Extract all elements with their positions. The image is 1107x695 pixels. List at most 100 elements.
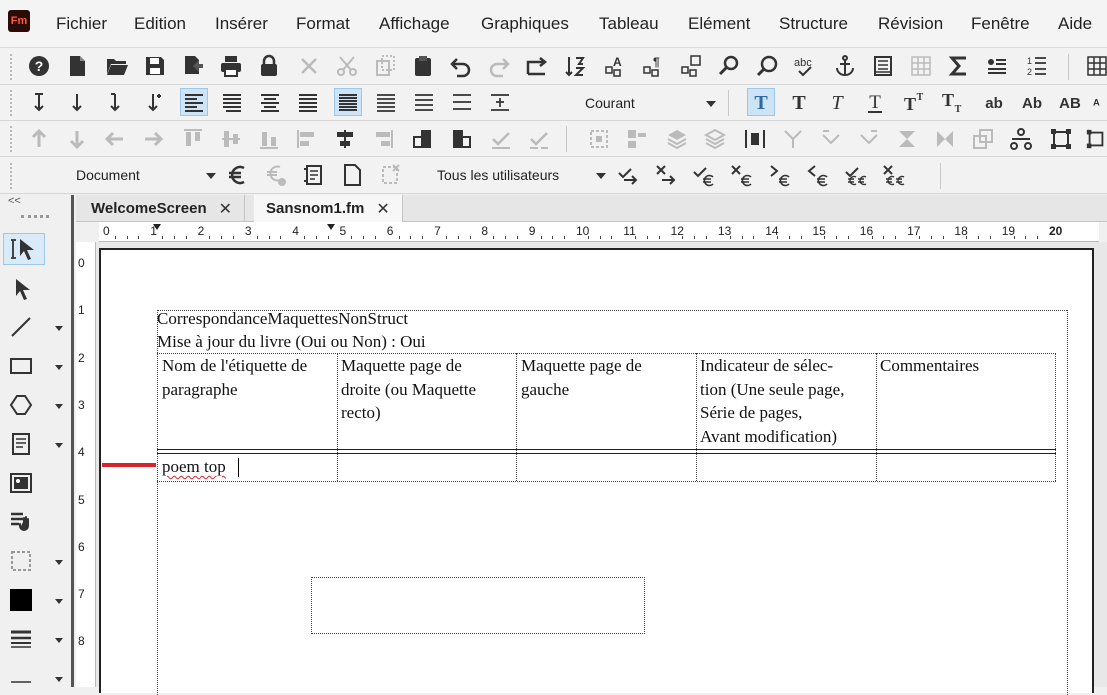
toolbar-grip[interactable]: [10, 126, 14, 152]
toolbar-grip[interactable]: [10, 54, 14, 80]
repeat-icon[interactable]: [523, 52, 551, 80]
move-left-icon[interactable]: [101, 125, 129, 153]
space-above-icon[interactable]: [25, 88, 53, 116]
align-middle-icon[interactable]: [217, 125, 245, 153]
app-logo[interactable]: Fm: [8, 10, 30, 32]
accept-all-icon[interactable]: [842, 161, 870, 189]
help-icon[interactable]: ?: [25, 52, 53, 80]
titlecase-icon[interactable]: Ab: [1018, 88, 1046, 116]
object-select-tool[interactable]: [7, 273, 39, 305]
empty-text-frame[interactable]: [311, 577, 645, 634]
chevron-down-icon[interactable]: [55, 404, 63, 409]
flip-vertical-icon[interactable]: [779, 125, 807, 153]
vertical-ruler[interactable]: 0 1 2 3 4 5 6 7 8: [76, 242, 96, 687]
align-right-edge-icon[interactable]: [369, 125, 397, 153]
align-full-icon[interactable]: [294, 88, 322, 116]
layers-alt-icon[interactable]: [701, 125, 729, 153]
smart-select-tool[interactable]: [3, 233, 45, 265]
page-layout-icon[interactable]: [869, 52, 897, 80]
scale-icon[interactable]: [969, 125, 997, 153]
line-spacing-1-5-icon[interactable]: [372, 88, 400, 116]
redo-icon[interactable]: [485, 52, 513, 80]
tab-sansnom1[interactable]: Sansnom1.fm ✕: [254, 195, 403, 222]
menu-format[interactable]: Format: [296, 14, 350, 34]
horizontal-ruler[interactable]: 0 1 2 3 4 5 6 7 8 9 10 11 12 13 14 15 16 17 18 19 20: [99, 222, 1099, 242]
align-bottom-icon[interactable]: [255, 125, 283, 153]
chevron-down-icon[interactable]: [55, 677, 63, 682]
line-end-tool[interactable]: [5, 662, 37, 694]
resize-icon[interactable]: [1047, 125, 1075, 153]
bullet-list-icon[interactable]: [983, 52, 1011, 80]
table-header-cell[interactable]: Indicateur de sélec- tion (Une seule pag…: [700, 354, 874, 448]
chevron-down-icon[interactable]: [55, 560, 63, 565]
line-spacing-custom-icon[interactable]: [486, 88, 514, 116]
accept-change-icon[interactable]: [690, 161, 718, 189]
menu-element[interactable]: Elément: [688, 14, 750, 34]
insert-variable-icon[interactable]: A: [601, 52, 629, 80]
reshape-icon[interactable]: [1007, 125, 1035, 153]
graphic-frame-tool[interactable]: [5, 467, 37, 499]
send-back-icon[interactable]: [447, 125, 475, 153]
bring-front-icon[interactable]: [409, 125, 437, 153]
line-tool[interactable]: [5, 311, 37, 343]
undo-icon[interactable]: [447, 52, 475, 80]
table-cell-right-master[interactable]: [341, 455, 513, 479]
lock-icon[interactable]: [255, 52, 283, 80]
toolbar-grip[interactable]: [10, 90, 14, 116]
align-center-vertical-icon[interactable]: [331, 125, 359, 153]
uppercase-icon[interactable]: AB: [1056, 88, 1084, 116]
euro-icon[interactable]: [224, 161, 252, 189]
align-center-icon[interactable]: [256, 88, 284, 116]
copy-icon[interactable]: [371, 52, 399, 80]
fill-color-swatch[interactable]: [5, 584, 37, 616]
rotate-right-icon[interactable]: [855, 125, 883, 153]
reject-next-icon[interactable]: [652, 161, 680, 189]
paste-icon[interactable]: [409, 52, 437, 80]
find-replace-icon[interactable]: [715, 52, 743, 80]
page-cross-icon[interactable]: [376, 161, 404, 189]
euro-check-icon[interactable]: [262, 161, 290, 189]
rectangle-tool[interactable]: [5, 350, 37, 382]
align-left-icon[interactable]: [180, 88, 208, 116]
font-more-icon[interactable]: A: [1093, 88, 1107, 116]
close-icon[interactable]: ✕: [376, 199, 389, 219]
table-header-cell[interactable]: Maquette page de gauche: [521, 354, 693, 401]
italic-icon[interactable]: T: [823, 88, 851, 116]
users-filter-select[interactable]: Tous les utilisateurs: [437, 167, 559, 183]
underline-icon[interactable]: T: [861, 88, 889, 116]
numbered-list-icon[interactable]: 12: [1023, 52, 1051, 80]
cut-icon[interactable]: [333, 52, 361, 80]
distribute-icon[interactable]: [741, 125, 769, 153]
table-header-cell[interactable]: Nom de l'étiquette de paragraphe: [162, 354, 334, 401]
chevron-down-icon[interactable]: [596, 173, 606, 179]
insert-marker-icon[interactable]: ¶: [639, 52, 667, 80]
space-below-icon[interactable]: [63, 88, 91, 116]
chevron-down-icon[interactable]: [55, 599, 63, 604]
palette-collapse-button[interactable]: <<: [8, 195, 21, 207]
menu-inserer[interactable]: Insérer: [215, 14, 268, 34]
frame-icon[interactable]: [585, 125, 613, 153]
menu-tableau[interactable]: Tableau: [599, 14, 659, 34]
group-check-icon[interactable]: [487, 125, 515, 153]
menu-affichage[interactable]: Affichage: [379, 14, 450, 34]
insert-table-icon[interactable]: [677, 52, 705, 80]
line-spacing-single-icon[interactable]: [334, 88, 362, 116]
menu-fichier[interactable]: Fichier: [56, 14, 107, 34]
indent-marker[interactable]: [153, 224, 161, 230]
anchor-icon[interactable]: [831, 52, 859, 80]
resize-alt-icon[interactable]: [1085, 125, 1107, 153]
table-cell-paragraph-tag[interactable]: poem top: [162, 455, 334, 479]
search-icon[interactable]: [753, 52, 781, 80]
move-down-icon[interactable]: [63, 125, 91, 153]
save-as-icon[interactable]: [179, 52, 207, 80]
accept-next-icon[interactable]: [614, 161, 642, 189]
table-icon[interactable]: [1083, 52, 1107, 80]
book-update-setting[interactable]: Mise à jour du livre (Oui ou Non) : Oui: [157, 332, 426, 352]
lowercase-icon[interactable]: ab: [980, 88, 1008, 116]
previous-change-icon[interactable]: [804, 161, 832, 189]
indent-marker[interactable]: [327, 224, 335, 230]
menu-revision[interactable]: Révision: [878, 14, 943, 34]
line-spacing-icon[interactable]: [101, 88, 129, 116]
align-justify-icon[interactable]: [218, 88, 246, 116]
table-cell-comments[interactable]: [880, 455, 1052, 479]
